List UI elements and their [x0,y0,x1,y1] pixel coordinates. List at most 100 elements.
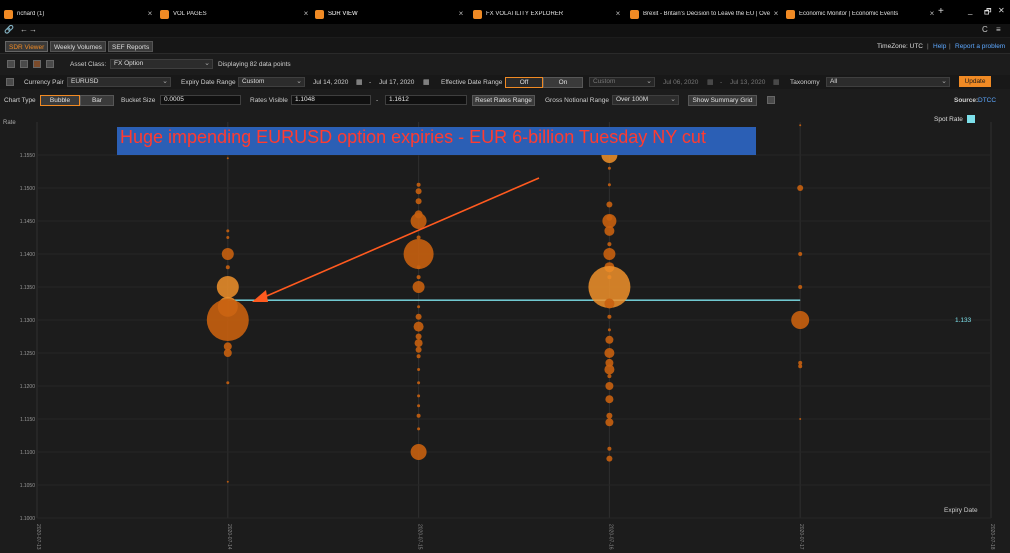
close-tab-icon[interactable]: × [146,7,154,21]
chart-svg: 2020-07-13 2020-07-14 2020-07-15 2020-07-16… [20,122,995,550]
new-tab-button[interactable]: + [938,6,944,17]
bubble [605,335,614,344]
show-summary-grid-button[interactable]: Show Summary Grid [688,95,757,106]
taxonomy-select[interactable]: All ⌄ [826,77,950,87]
bubble [415,346,422,353]
minimize-icon[interactable]: _ [968,6,972,15]
x-tick-label: 2020-07-15 [417,524,423,550]
reset-rates-button[interactable]: Reset Rates Range [472,95,535,106]
bubble [417,381,421,385]
tab-sef-reports[interactable]: SEF Reports [108,41,154,52]
chart-icon[interactable] [33,60,41,68]
effective-off-button[interactable]: Off [505,77,543,88]
update-button[interactable]: Update [959,76,991,87]
bubble [417,427,421,431]
annotation-banner: Huge impending EURUSD option expiries - … [117,127,756,155]
bubble [605,418,614,427]
asset-class-select[interactable]: FX Option ⌄ [110,59,213,69]
close-tab-icon[interactable]: × [772,7,780,21]
bucket-size-input[interactable]: 0.0005 [160,95,241,105]
date-separator: - [369,79,372,86]
range-separator: - [376,97,379,104]
bubble [604,298,615,309]
y-tick-label: 1.1350 [20,285,36,291]
x-tick-label: 2020-07-18 [989,524,995,550]
browser-tab[interactable]: VOL PAGES [160,7,300,21]
app-logo-icon [786,9,795,19]
chevron-down-icon: ⌄ [941,78,947,85]
rate-max-input[interactable]: 1.1612 [385,95,467,105]
link-icon[interactable]: 🔗 [4,25,14,34]
calendar-icon[interactable]: ▦ [356,78,363,86]
close-tab-icon[interactable]: × [928,7,936,21]
browser-tab[interactable]: SDR VIEW [315,7,455,21]
asset-class-row: Asset Class: FX Option ⌄ Displaying 82 da… [0,57,1010,71]
expiry-from-date[interactable]: Jul 14, 2020 [313,79,348,86]
table-icon[interactable] [20,60,28,68]
chevron-down-icon: ⌄ [646,78,652,85]
bubble [415,313,422,320]
export-icon[interactable] [767,96,775,104]
chart-type-label: Chart Type [4,97,36,104]
bubble [403,239,434,269]
nav-bar: 🔗 ← → C ≡ [0,24,1010,37]
expiry-range-select[interactable]: Custom ⌄ [238,77,305,87]
browser-tab[interactable]: Brexit - Britain's Decision to Leave the… [630,7,770,21]
menu-icon[interactable]: ≡ [996,25,1001,34]
calendar-icon[interactable]: ▦ [423,78,430,86]
effective-from-date[interactable]: Jul 06, 2020 [663,79,698,86]
bubble-chart-button[interactable]: Bubble [40,95,80,106]
close-tab-icon[interactable]: × [457,7,465,21]
bubble [603,248,616,260]
bubble [226,229,230,233]
tab-weekly-volumes[interactable]: Weekly Volumes [50,41,106,52]
browser-tab[interactable]: Economic Monitor | Economic Events [786,7,926,21]
app-logo-icon [473,9,482,19]
bubble [607,328,611,332]
currency-pair-label: Currency Pair [24,79,64,86]
tab-title: Brexit - Britain's Decision to Leave the… [643,11,770,17]
browser-tab[interactable]: richard (1) [4,7,144,21]
gross-notional-select[interactable]: Over 100M ⌄ [612,95,679,105]
bubble [415,198,422,205]
currency-pair-select[interactable]: EURUSD ⌄ [67,77,171,87]
source-label: Source: [954,97,979,104]
thumb-icon[interactable] [46,60,54,68]
spot-rate-swatch [967,115,975,123]
y-tick-label: 1.1550 [20,153,36,159]
y-tick-label: 1.1050 [20,483,36,489]
effective-range-select[interactable]: Custom ⌄ [589,77,655,87]
calendar-icon[interactable]: ▦ [773,78,780,86]
effective-to-date[interactable]: Jul 13, 2020 [730,79,765,86]
sub-tab-bar: SDR Viewer Weekly Volumes SEF Reports Ti… [0,38,1010,54]
browser-tab[interactable]: FX VOLATILITY EXPLORER [473,7,613,21]
close-window-icon[interactable]: ✕ [998,6,1005,15]
back-icon[interactable]: ← [20,25,28,34]
tab-sdr-viewer[interactable]: SDR Viewer [5,41,49,52]
bar-chart-button[interactable]: Bar [80,95,114,106]
app-logo-icon [315,9,324,19]
close-tab-icon[interactable]: × [302,7,310,21]
rate-min-input[interactable]: 1.1048 [291,95,371,105]
bubble [607,446,612,451]
effective-on-button[interactable]: On [543,77,583,88]
close-tab-icon[interactable]: × [614,7,622,21]
pin-icon[interactable] [6,78,14,86]
bubble [416,354,421,359]
chevron-down-icon: ⌄ [670,96,676,103]
source-link[interactable]: DTCC [978,97,996,104]
report-problem-link[interactable]: Report a problem [955,43,1005,50]
spot-rate-legend: Spot Rate [934,116,963,123]
bubble [223,349,232,357]
bubble [799,124,802,127]
bubble [607,242,612,247]
forward-icon[interactable]: → [29,25,37,34]
bubble [216,276,239,298]
grid-icon[interactable] [7,60,15,68]
restore-icon[interactable]: 🗗 [984,6,992,20]
help-link[interactable]: Help [933,43,946,50]
expiry-to-date[interactable]: Jul 17, 2020 [379,79,414,86]
calendar-icon[interactable]: ▦ [707,78,714,86]
refresh-icon[interactable]: C [982,25,988,34]
bubble [606,455,613,462]
